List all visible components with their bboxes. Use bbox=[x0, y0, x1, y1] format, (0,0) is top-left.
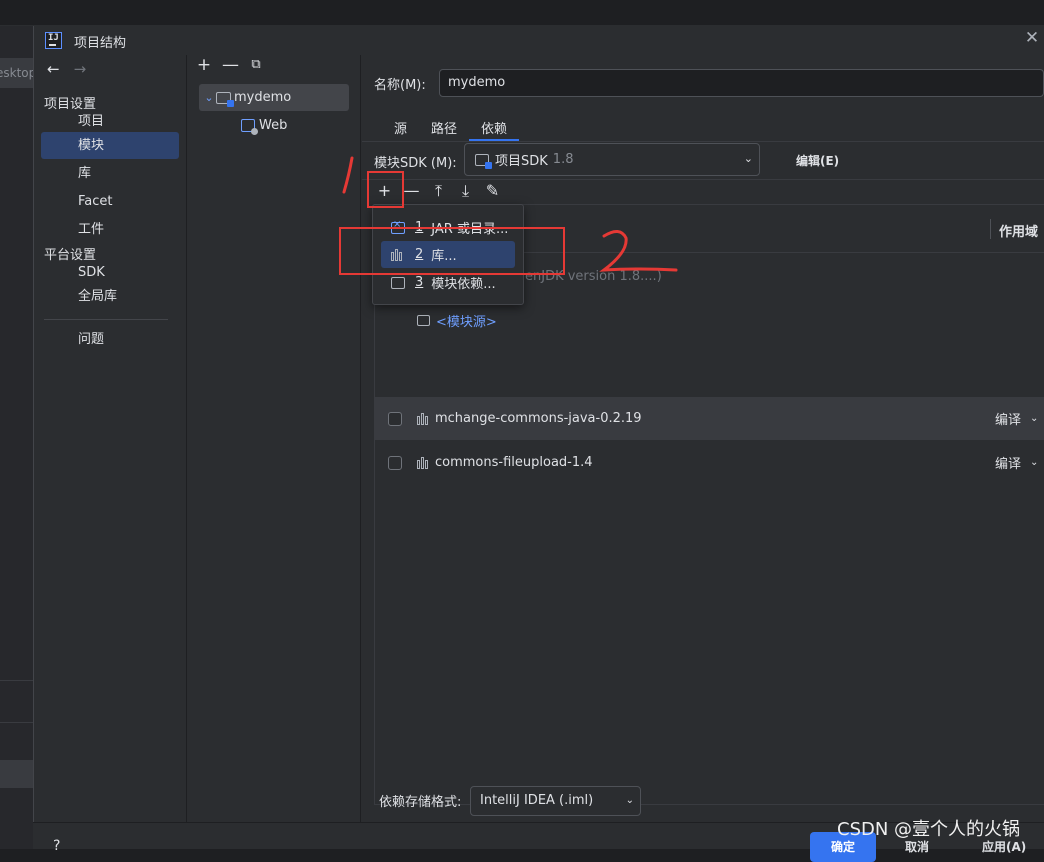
nav-item-project[interactable]: 项目 bbox=[41, 108, 179, 135]
dialog-titlebar[interactable]: IJ 项目结构 ✕ bbox=[34, 26, 1044, 55]
edit-sdk-button[interactable]: 编辑(E) bbox=[796, 152, 839, 169]
back-arrow-icon[interactable]: ← bbox=[47, 60, 60, 78]
annotation-box-library bbox=[339, 227, 565, 275]
export-checkbox[interactable] bbox=[388, 411, 402, 426]
remove-dependency-icon[interactable]: — bbox=[403, 183, 420, 199]
storage-format-value: IntelliJ IDEA (.iml) bbox=[480, 793, 594, 808]
nav-item-libraries[interactable]: 库 bbox=[41, 160, 179, 187]
chevron-down-icon: ⌄ bbox=[625, 795, 634, 806]
help-button[interactable]: ? bbox=[53, 838, 60, 854]
tabs-divider bbox=[362, 141, 1044, 142]
sdk-value: 项目SDK bbox=[495, 154, 548, 169]
tree-toolbar: + — ⧉ bbox=[196, 57, 264, 74]
nav-item-global-libraries[interactable]: 全局库 bbox=[41, 283, 179, 310]
tab-dependencies[interactable]: 依赖 bbox=[469, 110, 520, 141]
export-checkbox[interactable] bbox=[388, 455, 402, 470]
nav-history: ← → bbox=[47, 60, 86, 78]
background-divider bbox=[0, 680, 33, 681]
library-row[interactable]: mchange-commons-java-0.2.19 编译 ⌄ bbox=[375, 397, 1044, 440]
module-icon bbox=[216, 91, 234, 107]
tree-node-web-facet[interactable]: Web bbox=[241, 112, 287, 139]
module-icon bbox=[391, 276, 405, 289]
menu-item-label: 模块依赖... bbox=[431, 277, 496, 292]
storage-format-label: 依赖存储格式: bbox=[379, 795, 462, 810]
library-name: commons-fileupload-1.4 bbox=[435, 455, 593, 470]
close-icon[interactable]: ✕ bbox=[1024, 30, 1040, 47]
module-settings-panel: 名称(M): mydemo 源 路径 依赖 模块SDK (M): 项目SDK 1… bbox=[362, 55, 1044, 822]
library-icon bbox=[417, 412, 431, 425]
chevron-down-icon[interactable]: ⌄ bbox=[202, 84, 216, 111]
tab-sources[interactable]: 源 bbox=[382, 110, 419, 141]
tree-node-label: Web bbox=[259, 118, 288, 133]
module-sdk-label: 模块SDK (M): bbox=[374, 156, 457, 171]
edit-pencil-icon[interactable]: ✎ bbox=[484, 183, 501, 199]
scope-select[interactable]: 编译 bbox=[995, 453, 1021, 472]
storage-format-select[interactable]: IntelliJ IDEA (.iml) ⌄ bbox=[470, 786, 641, 816]
nav-item-sdks[interactable]: SDK bbox=[41, 259, 179, 286]
module-tabs: 源 路径 依赖 bbox=[382, 110, 520, 141]
module-sdk-select[interactable]: 项目SDK 1.8 ⌄ bbox=[464, 143, 760, 176]
module-name-input[interactable]: mydemo bbox=[439, 69, 1044, 97]
tab-paths[interactable]: 路径 bbox=[419, 110, 469, 141]
nav-item-facets[interactable]: Facet bbox=[41, 188, 179, 215]
forward-arrow-icon[interactable]: → bbox=[74, 60, 87, 78]
module-tree-panel: + — ⧉ ⌄ mydemo Web bbox=[188, 55, 361, 822]
library-row[interactable]: commons-fileupload-1.4 编译 ⌄ bbox=[375, 441, 1044, 484]
copy-icon[interactable]: ⧉ bbox=[248, 57, 264, 73]
project-structure-dialog: IJ 项目结构 ✕ ← → 项目设置 项目 模块 库 Facet 工件 平台设置… bbox=[33, 26, 1044, 849]
ide-top-strip bbox=[0, 0, 1044, 26]
remove-icon[interactable]: — bbox=[222, 57, 239, 74]
background-divider bbox=[0, 722, 33, 723]
source-folder-icon bbox=[417, 315, 430, 326]
background-panel bbox=[0, 760, 33, 788]
tree-node-module[interactable]: ⌄ mydemo bbox=[199, 84, 349, 111]
nav-item-artifacts[interactable]: 工件 bbox=[41, 216, 179, 243]
chevron-down-icon: ⌄ bbox=[743, 152, 753, 165]
chevron-down-icon[interactable]: ⌄ bbox=[1030, 413, 1038, 424]
sdk-divider bbox=[362, 179, 1044, 180]
sdk-icon bbox=[475, 153, 492, 169]
tree-node-label: mydemo bbox=[234, 90, 292, 105]
library-icon bbox=[417, 456, 431, 469]
sdk-version: 1.8 bbox=[552, 152, 574, 167]
settings-nav: ← → 项目设置 项目 模块 库 Facet 工件 平台设置 SDK 全局库 问… bbox=[34, 55, 187, 822]
module-source-row[interactable]: <模块源> bbox=[417, 311, 497, 330]
annotation-box-add bbox=[367, 171, 404, 208]
chevron-down-icon[interactable]: ⌄ bbox=[1030, 457, 1038, 468]
scope-select[interactable]: 编译 bbox=[995, 409, 1021, 428]
dialog-title: 项目结构 bbox=[74, 36, 127, 51]
scope-column-header[interactable]: 作用域 bbox=[999, 221, 1038, 240]
library-name: mchange-commons-java-0.2.19 bbox=[435, 411, 642, 426]
background-editor-tab[interactable]: esktop bbox=[0, 58, 33, 88]
move-up-icon[interactable]: ⤒ bbox=[430, 183, 447, 199]
module-source-label: <模块源> bbox=[436, 315, 497, 330]
move-down-icon[interactable]: ⤓ bbox=[457, 183, 474, 199]
nav-item-problems[interactable]: 问题 bbox=[41, 326, 179, 353]
name-label: 名称(M): bbox=[374, 78, 426, 93]
nav-divider bbox=[44, 319, 168, 320]
menu-mnemonic: 3 bbox=[415, 275, 424, 290]
column-separator bbox=[990, 219, 991, 239]
csdn-watermark: CSDN @壹个人的火锅 bbox=[837, 819, 1021, 840]
intellij-app-icon: IJ bbox=[45, 32, 62, 49]
add-icon[interactable]: + bbox=[196, 57, 212, 74]
nav-item-modules[interactable]: 模块 bbox=[41, 132, 179, 159]
web-facet-icon bbox=[241, 119, 258, 135]
